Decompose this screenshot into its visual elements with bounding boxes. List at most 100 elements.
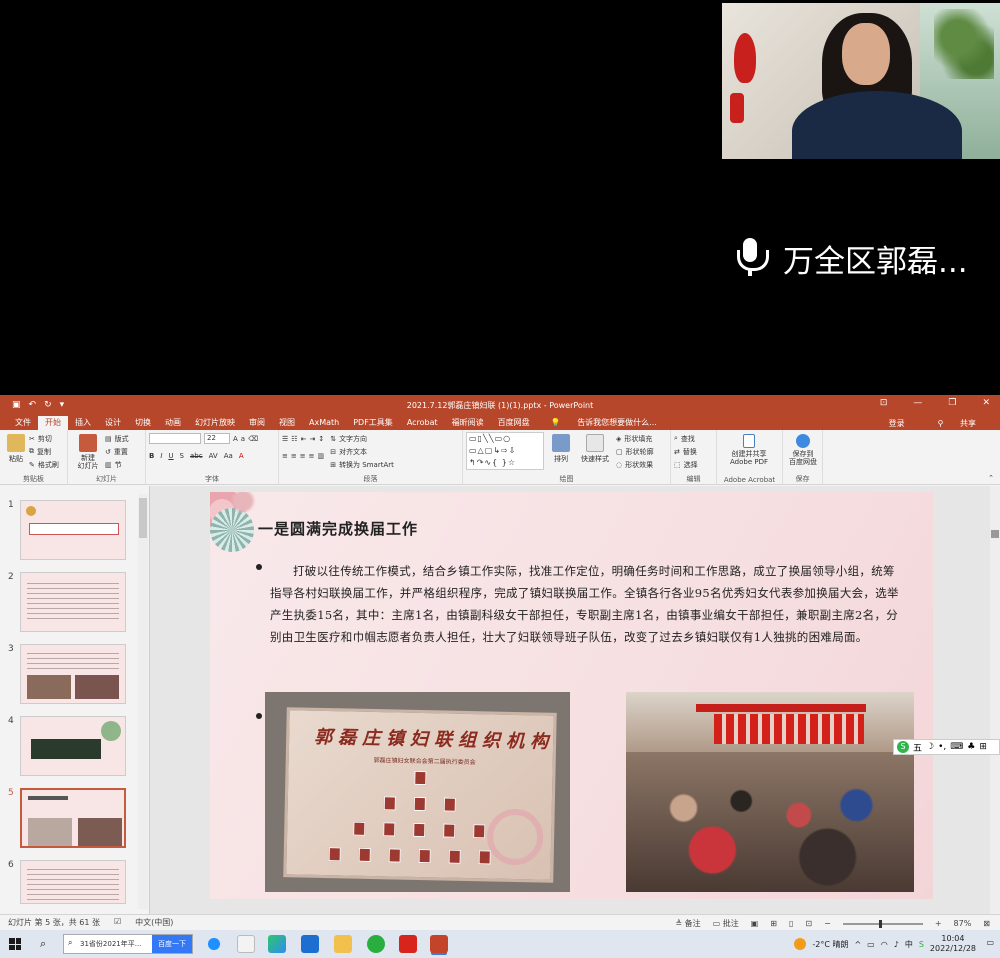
increase-indent-icon[interactable]: ⇥	[309, 435, 315, 443]
tab-acrobat[interactable]: Acrobat	[400, 416, 445, 430]
close-icon[interactable]: ✕	[982, 398, 990, 408]
decrease-indent-icon[interactable]: ⇤	[301, 435, 307, 443]
font-color-icon[interactable]: A	[239, 452, 244, 460]
normal-view-icon[interactable]: ▣	[751, 919, 759, 928]
comments-button[interactable]: ▭ 批注	[713, 918, 739, 929]
shape-effects-button[interactable]: ◌ 形状效果	[616, 458, 654, 471]
thumbnail-scrollbar[interactable]	[138, 494, 148, 909]
shape-fill-button[interactable]: ◈ 形状填充	[616, 432, 654, 445]
bullets-icon[interactable]: ☰	[282, 435, 288, 443]
quick-styles-button[interactable]: 快速样式	[578, 432, 612, 471]
fit-slide-icon[interactable]: ⊠	[983, 919, 990, 928]
slide-thumbnail-1[interactable]	[20, 500, 126, 560]
org-chart-photo[interactable]: 郭磊庄镇妇联组织机构 郭磊庄镇妇女联合会第二届执行委员会	[265, 692, 570, 892]
reading-view-icon[interactable]: ▯	[789, 919, 793, 928]
notes-button[interactable]: ≜ 备注	[675, 918, 700, 929]
strikethrough-icon[interactable]: abc	[190, 452, 203, 460]
wifi-icon[interactable]: ◠	[881, 940, 888, 949]
align-text-button[interactable]: ⊟ 对齐文本	[330, 445, 394, 458]
smartart-button[interactable]: ⊞ 转换为 SmartArt	[330, 458, 394, 471]
wps-icon[interactable]	[399, 935, 417, 953]
tab-baidu-netdisk[interactable]: 百度网盘	[491, 416, 537, 430]
tab-view[interactable]: 视图	[272, 416, 302, 430]
case-icon[interactable]: Aa	[224, 452, 233, 460]
paste-button[interactable]: 粘贴	[3, 432, 29, 471]
align-right-icon[interactable]: ≡	[300, 452, 306, 460]
weather-text[interactable]: -2°C 晴朗	[812, 939, 848, 950]
wechat-icon[interactable]	[367, 935, 385, 953]
volume-icon[interactable]: ♪	[894, 940, 899, 949]
tell-me-box[interactable]: 💡 告诉我您想要做什么...	[537, 416, 671, 430]
maximize-icon[interactable]: ❐	[948, 398, 956, 408]
slideshow-icon[interactable]: ⊡	[805, 919, 812, 928]
share-button[interactable]: ⚲ 共享	[924, 417, 990, 431]
skin-icon[interactable]: ♣	[967, 742, 975, 752]
align-left-icon[interactable]: ≡	[282, 452, 288, 460]
save-baidu-button[interactable]: 保存到 百度网盘	[786, 432, 820, 466]
zoom-slider[interactable]	[842, 919, 923, 928]
slide-body-text[interactable]: 打破以往传统工作模式，结合乡镇工作实际，找准工作定位，明确任务时间和工作思路，成…	[270, 560, 900, 648]
notification-icon[interactable]: ▭	[986, 938, 994, 947]
collapse-ribbon-icon[interactable]: ⌃	[988, 474, 994, 482]
align-center-icon[interactable]: ≡	[291, 452, 297, 460]
chevron-up-icon[interactable]: ^	[854, 940, 861, 949]
shrink-font-icon[interactable]: a	[241, 435, 245, 443]
italic-icon[interactable]: I	[160, 452, 162, 460]
grid-icon[interactable]: ⊞	[979, 742, 987, 752]
select-button[interactable]: ⬚ 选择	[674, 458, 713, 471]
minimize-icon[interactable]: —	[913, 398, 922, 408]
media-player-icon[interactable]	[268, 935, 286, 953]
copy-button[interactable]: ⧉ 复制	[29, 445, 59, 458]
find-button[interactable]: ⌕ 查找	[674, 432, 713, 445]
new-slide-button[interactable]: 新建 幻灯片	[71, 432, 105, 471]
tab-insert[interactable]: 插入	[68, 416, 98, 430]
tab-transitions[interactable]: 切换	[128, 416, 158, 430]
edge-icon[interactable]	[205, 935, 223, 953]
punct-icon[interactable]: •,	[938, 742, 946, 752]
create-share-pdf-button[interactable]: 创建并共享 Adobe PDF	[720, 432, 778, 466]
login-button[interactable]: 登录	[882, 417, 912, 431]
photos-icon[interactable]	[301, 935, 319, 953]
underline-icon[interactable]: U	[168, 452, 173, 460]
clear-format-icon[interactable]: ⌫	[248, 435, 258, 443]
tab-pdf-tools[interactable]: PDF工具集	[346, 416, 400, 430]
tab-slideshow[interactable]: 幻灯片放映	[188, 416, 242, 430]
start-button[interactable]	[0, 930, 30, 958]
input-language[interactable]: 中	[905, 939, 913, 950]
justify-icon[interactable]: ≡	[309, 452, 315, 460]
grow-font-icon[interactable]: A	[233, 435, 238, 443]
slide-thumbnail-5[interactable]	[20, 788, 126, 848]
section-button[interactable]: ▥ 节	[105, 458, 129, 471]
slide-scrollbar[interactable]	[990, 486, 1000, 914]
columns-icon[interactable]: ▥	[318, 452, 325, 460]
slide-sorter-icon[interactable]: ⊞	[770, 919, 777, 928]
slide-thumbnail-6[interactable]	[20, 860, 126, 904]
slide-thumbnail-3[interactable]	[20, 644, 126, 704]
font-name-input[interactable]	[149, 433, 201, 444]
shape-outline-button[interactable]: ▢ 形状轮廓	[616, 445, 654, 458]
clock[interactable]: 10:04 2022/12/28	[930, 934, 976, 954]
tab-foxit[interactable]: 福昕阅读	[445, 416, 491, 430]
language-indicator[interactable]: 中文(中国)	[135, 917, 173, 928]
shadow-icon[interactable]: S	[180, 452, 184, 460]
app-icon[interactable]	[237, 935, 255, 953]
tab-file[interactable]: 文件	[8, 416, 38, 430]
zoom-level[interactable]: 87%	[954, 919, 972, 928]
zoom-out-icon[interactable]: −	[824, 919, 831, 928]
file-explorer-icon[interactable]	[334, 935, 352, 953]
baidu-search-button[interactable]: 百度一下	[152, 935, 192, 953]
ribbon-display-icon[interactable]: ⊡	[880, 398, 888, 408]
sogou-tray-icon[interactable]: S	[919, 940, 924, 949]
bold-icon[interactable]: B	[149, 452, 154, 460]
ime-mode[interactable]: 五	[913, 741, 922, 754]
slide-title[interactable]: 一是圆满完成换届工作	[258, 518, 418, 539]
search-icon[interactable]: ⌕	[40, 937, 46, 951]
cut-button[interactable]: ✂ 剪切	[29, 432, 59, 445]
slide-thumbnail-4[interactable]	[20, 716, 126, 776]
baidu-search-box[interactable]: ⌕ 31省份2021年平... 百度一下	[63, 934, 193, 954]
numbering-icon[interactable]: ☷	[291, 435, 297, 443]
replace-button[interactable]: ⇄ 替换	[674, 445, 713, 458]
tab-design[interactable]: 设计	[98, 416, 128, 430]
spacing-icon[interactable]: AV	[209, 452, 218, 460]
tab-animations[interactable]: 动画	[158, 416, 188, 430]
